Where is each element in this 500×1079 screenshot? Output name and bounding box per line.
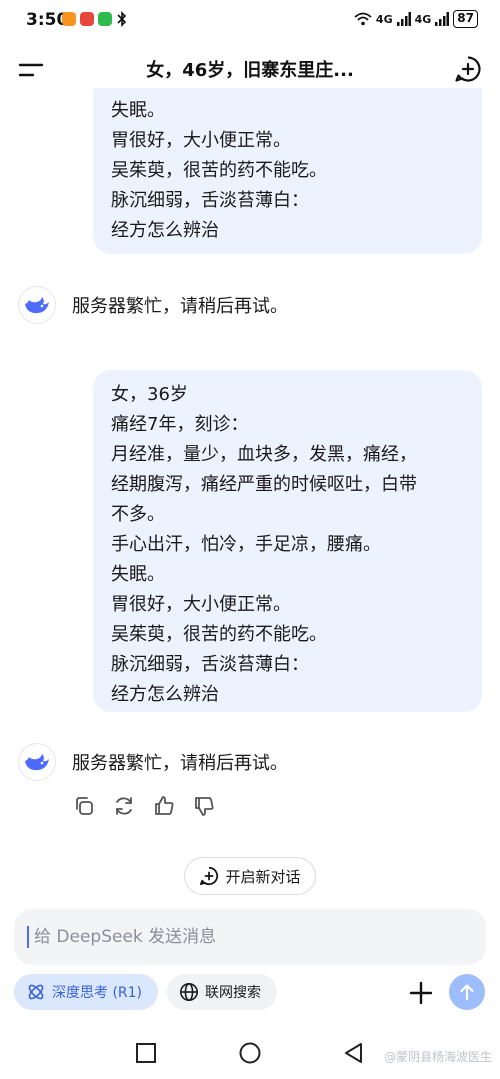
new-dialog-button[interactable]: 开启新对话 (184, 857, 316, 895)
ai-response-text: 服务器繁忙，请稍后再试。 (72, 753, 288, 774)
message-input[interactable] (28, 909, 478, 965)
status-app-icons (62, 11, 128, 27)
message-line: 吴茱萸，很苦的药不能吃。 (111, 624, 327, 645)
page-title: 女，46岁，旧寨东里庄... (146, 60, 354, 81)
message-line: 脉沉细弱，舌淡苔薄白： (111, 190, 309, 211)
new-chat-icon[interactable] (454, 55, 482, 83)
web-search-toggle[interactable]: 联网搜索 (167, 974, 277, 1010)
deep-think-toggle[interactable]: 深度思考 (R1) (14, 974, 158, 1010)
ai-message-1: 服务器繁忙，请稍后再试。 (18, 285, 288, 325)
send-button[interactable] (449, 974, 485, 1010)
regenerate-icon[interactable] (112, 794, 136, 818)
thumbs-down-icon[interactable] (192, 794, 216, 818)
signal-label-2: 4G (414, 12, 432, 26)
menu-icon[interactable] (18, 58, 46, 82)
message-line: 女，36岁 (111, 384, 188, 405)
thumbs-up-icon[interactable] (152, 794, 176, 818)
signal-label-1: 4G (375, 12, 393, 26)
message-line: 失眠。 (111, 564, 165, 585)
deepseek-whale-icon (18, 286, 56, 324)
battery-indicator: 87 (453, 10, 478, 28)
ai-response-text: 服务器繁忙，请稍后再试。 (72, 296, 288, 317)
wifi-icon (354, 12, 372, 26)
home-icon[interactable] (238, 1041, 262, 1065)
user-message-1: 失眠。 胃很好，大小便正常。 吴茱萸，很苦的药不能吃。 脉沉细弱，舌淡苔薄白： … (93, 88, 482, 254)
atom-icon (28, 984, 44, 1000)
wechat-icon (98, 12, 112, 26)
new-chat-icon (200, 866, 219, 886)
signal-icon-2 (435, 12, 450, 26)
message-line: 胃很好，大小便正常。 (111, 130, 291, 151)
ai-message-2: 服务器繁忙，请稍后再试。 (18, 742, 288, 782)
deep-think-label: 深度思考 (R1) (52, 985, 143, 1001)
message-line: 月经准，量少，血块多，发黑，痛经， (111, 444, 417, 465)
arrow-up-icon (460, 984, 474, 1001)
message-line: 经方怎么辨治 (111, 220, 219, 241)
message-line: 痛经7年，刻诊： (111, 414, 249, 435)
back-icon[interactable] (342, 1041, 366, 1065)
recent-apps-icon[interactable] (134, 1041, 158, 1065)
weibo-icon (62, 12, 76, 26)
message-line: 经期腹泻，痛经严重的时候呕吐，白带 (111, 474, 417, 495)
deepseek-whale-icon (18, 743, 56, 781)
new-dialog-label: 开启新对话 (225, 867, 301, 886)
response-actions (72, 794, 216, 818)
status-bar: 3:50 4G 4G 87 (0, 0, 500, 40)
message-line: 失眠。 (111, 100, 165, 121)
signal-icon-1 (396, 12, 411, 26)
message-input-box (14, 909, 486, 965)
message-line: 胃很好，大小便正常。 (111, 594, 291, 615)
user-message-2: 女，36岁 痛经7年，刻诊： 月经准，量少，血块多，发黑，痛经， 经期腹泻，痛经… (93, 370, 482, 712)
bluetooth-icon (117, 11, 127, 27)
status-right: 4G 4G 87 (354, 10, 478, 28)
message-line: 脉沉细弱，舌淡苔薄白： (111, 654, 309, 675)
attach-plus-icon[interactable] (406, 978, 436, 1008)
globe-icon (180, 983, 198, 1001)
message-line: 不多。 (111, 504, 165, 525)
message-line: 经方怎么辨治 (111, 684, 219, 705)
app-red-icon (80, 12, 94, 26)
watermark: @蒙阴县杨海波医生 (383, 1050, 492, 1064)
message-line: 吴茱萸，很苦的药不能吃。 (111, 160, 327, 181)
copy-icon[interactable] (72, 794, 96, 818)
web-search-label: 联网搜索 (205, 985, 261, 1001)
message-line: 手心出汗，怕冷，手足凉，腰痛。 (111, 534, 381, 555)
